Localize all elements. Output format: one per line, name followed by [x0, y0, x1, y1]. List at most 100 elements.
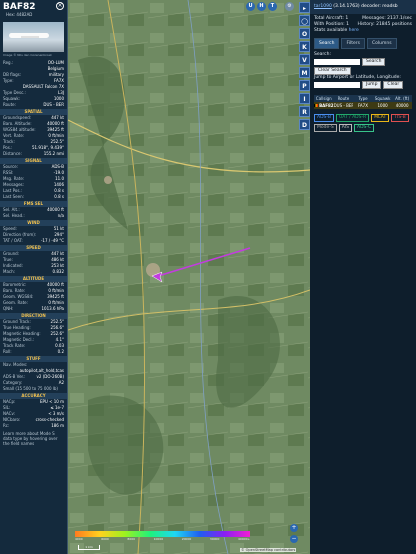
cell-callsign: BAF82: [314, 102, 334, 109]
detail-value: 0.2: [57, 349, 64, 354]
source-chip: ADS-B: [314, 113, 334, 122]
source-chip: MLAT: [371, 113, 390, 122]
col-type[interactable]: Type: [353, 95, 373, 102]
legend-label: 20000: [181, 537, 192, 541]
hex-code: Hex: 4482AD: [6, 12, 33, 17]
detail-sections: SPATIAL Groundspeed: 447 kt Baro. Altitude:…: [0, 109, 67, 429]
button-k[interactable]: K: [299, 41, 310, 52]
button-r[interactable]: R: [299, 106, 310, 117]
table-row[interactable]: BAF82 DUS - BER FA7X 1000 40000: [314, 101, 412, 109]
source-legend: ADS-B UAT / ADS-R MLAT TIS-B Mode-S AIS ADS-C: [310, 111, 416, 135]
detail-value: n/a: [57, 213, 64, 218]
info-rows: Reg.: OO-LUM Belgium DB flags: military Type:…: [0, 60, 67, 108]
detail-key: TAT / OAT:: [3, 238, 23, 243]
legend-label: 10000: [153, 537, 164, 541]
map-attribution[interactable]: © OpenStreetMap contributors: [240, 548, 297, 552]
col-route[interactable]: Route: [334, 95, 354, 102]
button-m[interactable]: M: [299, 67, 310, 78]
detail-value: A2: [58, 380, 64, 385]
callsign: BAF82: [3, 2, 36, 12]
detail-row: Distance: 155.2 nmi: [0, 151, 67, 157]
detail-row: Last Seen: 0.8 s: [0, 194, 67, 200]
cell-type: FA7X: [358, 102, 368, 108]
expand-panel-button[interactable]: ▸: [299, 2, 310, 13]
close-icon[interactable]: ×: [56, 2, 64, 10]
sidebar-footer: Learn more about Mode S data type by hov…: [3, 431, 58, 446]
tab-filters[interactable]: Filters: [341, 38, 365, 49]
detail-row: Mach: 0.832: [0, 269, 67, 275]
plane-wing: [21, 36, 39, 38]
info-key: Type:: [3, 78, 14, 83]
toggle-h-button[interactable]: H: [257, 2, 266, 11]
belgium-flag-icon: [314, 104, 319, 107]
col-squawk[interactable]: Squawk: [373, 95, 393, 102]
detail-key: Rc:: [3, 423, 10, 428]
detail-row: Small (15 500 to 75 000 lb): [0, 386, 67, 392]
info-key: Route:: [3, 102, 16, 107]
detail-key: Mach:: [3, 269, 15, 274]
layers-button[interactable]: ◯: [299, 15, 310, 26]
info-value: DUS - BER: [43, 102, 64, 107]
source-chip: ADS-C: [354, 123, 375, 132]
detail-row: Roll: 0.2: [0, 349, 67, 355]
search-input[interactable]: [314, 59, 360, 65]
zoom-in-button[interactable]: +: [290, 524, 298, 532]
aircraft-photo[interactable]: [3, 22, 64, 52]
history-count: History: 21845 positions: [357, 22, 412, 27]
detail-key: Distance:: [3, 151, 22, 156]
stats-block: Total Aircraft: 1 Messages: 2137.1/sec Wi…: [310, 14, 416, 36]
detail-value: 155.2 nmi: [43, 151, 64, 156]
source-chip: Mode-S: [314, 123, 337, 132]
tab-columns[interactable]: Columns: [366, 38, 397, 49]
zoom-out-button[interactable]: −: [290, 535, 298, 543]
detail-row: Sel. Head.: n/a: [0, 213, 67, 219]
info-key: Reg.:: [3, 60, 14, 65]
town: [104, 176, 112, 184]
jump-input[interactable]: [314, 82, 360, 88]
cell-callsign-text: BAF82: [319, 102, 334, 108]
col-altitude[interactable]: Alt. (ft): [392, 95, 412, 102]
detail-row: TAT / OAT: -17 / -49 °C: [0, 238, 67, 244]
cell-squawk: 1000: [377, 102, 388, 108]
settings-gear-icon[interactable]: ⚙: [285, 2, 294, 11]
version-link[interactable]: tar1090: [314, 4, 332, 9]
legend-label: 4000: [75, 537, 83, 541]
version-bar: tar1090 (3.14.1763) decoder: readsb: [310, 0, 416, 14]
col-callsign[interactable]: Callsign: [314, 95, 334, 102]
button-d[interactable]: D: [299, 119, 310, 130]
table-header: Callsign Route Type Squawk Alt. (ft): [314, 94, 412, 102]
map-canvas: [68, 0, 310, 554]
button-v[interactable]: V: [299, 54, 310, 65]
clear-jump-button[interactable]: Clear: [383, 81, 404, 89]
toggle-t-button[interactable]: T: [268, 2, 277, 11]
toggle-u-button[interactable]: U: [246, 2, 255, 11]
photo-credit: Image © Nils den Cozenenbroek: [3, 53, 52, 57]
detail-value: 0.8 s: [54, 194, 64, 199]
aircraft-header: BAF82 Hex: 4482AD ×: [0, 0, 67, 18]
map-view[interactable]: [68, 0, 310, 554]
version-text: (3.14.1763) decoder: readsb: [333, 4, 398, 9]
detail-value: -17 / -49 °C: [40, 238, 64, 243]
button-o[interactable]: O: [299, 28, 310, 39]
clear-search-button[interactable]: Clear Search: [314, 66, 351, 75]
tab-search[interactable]: Search: [314, 38, 340, 49]
source-chip: UAT / ADS-R: [335, 113, 370, 122]
detail-key: Sel. Head.:: [3, 213, 25, 218]
legend-label: 40000+: [237, 537, 250, 541]
search-block: Search: Search Clear Search Jump to Airp…: [310, 49, 416, 93]
stats-label: Stats available: [314, 28, 348, 33]
cell-altitude: 40000: [395, 102, 409, 108]
info-row: Route: DUS - BER: [0, 102, 67, 108]
panel-tabs: Search Filters Columns: [314, 38, 412, 49]
stats-link[interactable]: here: [349, 28, 359, 33]
cell-route: DUS - BER: [333, 102, 354, 108]
source-chip: AIS: [338, 123, 353, 132]
button-p[interactable]: P: [299, 80, 310, 91]
detail-key: Last Seen:: [3, 194, 24, 199]
detail-value: 186 m: [51, 423, 64, 428]
tar1090-screen: BAF82 Hex: 4482AD × Image © Nils den Coz…: [0, 0, 416, 554]
legend-label: 6000: [101, 537, 109, 541]
search-button[interactable]: Search: [362, 58, 386, 66]
jump-button[interactable]: Jump: [362, 81, 382, 89]
button-i[interactable]: I: [299, 93, 310, 104]
